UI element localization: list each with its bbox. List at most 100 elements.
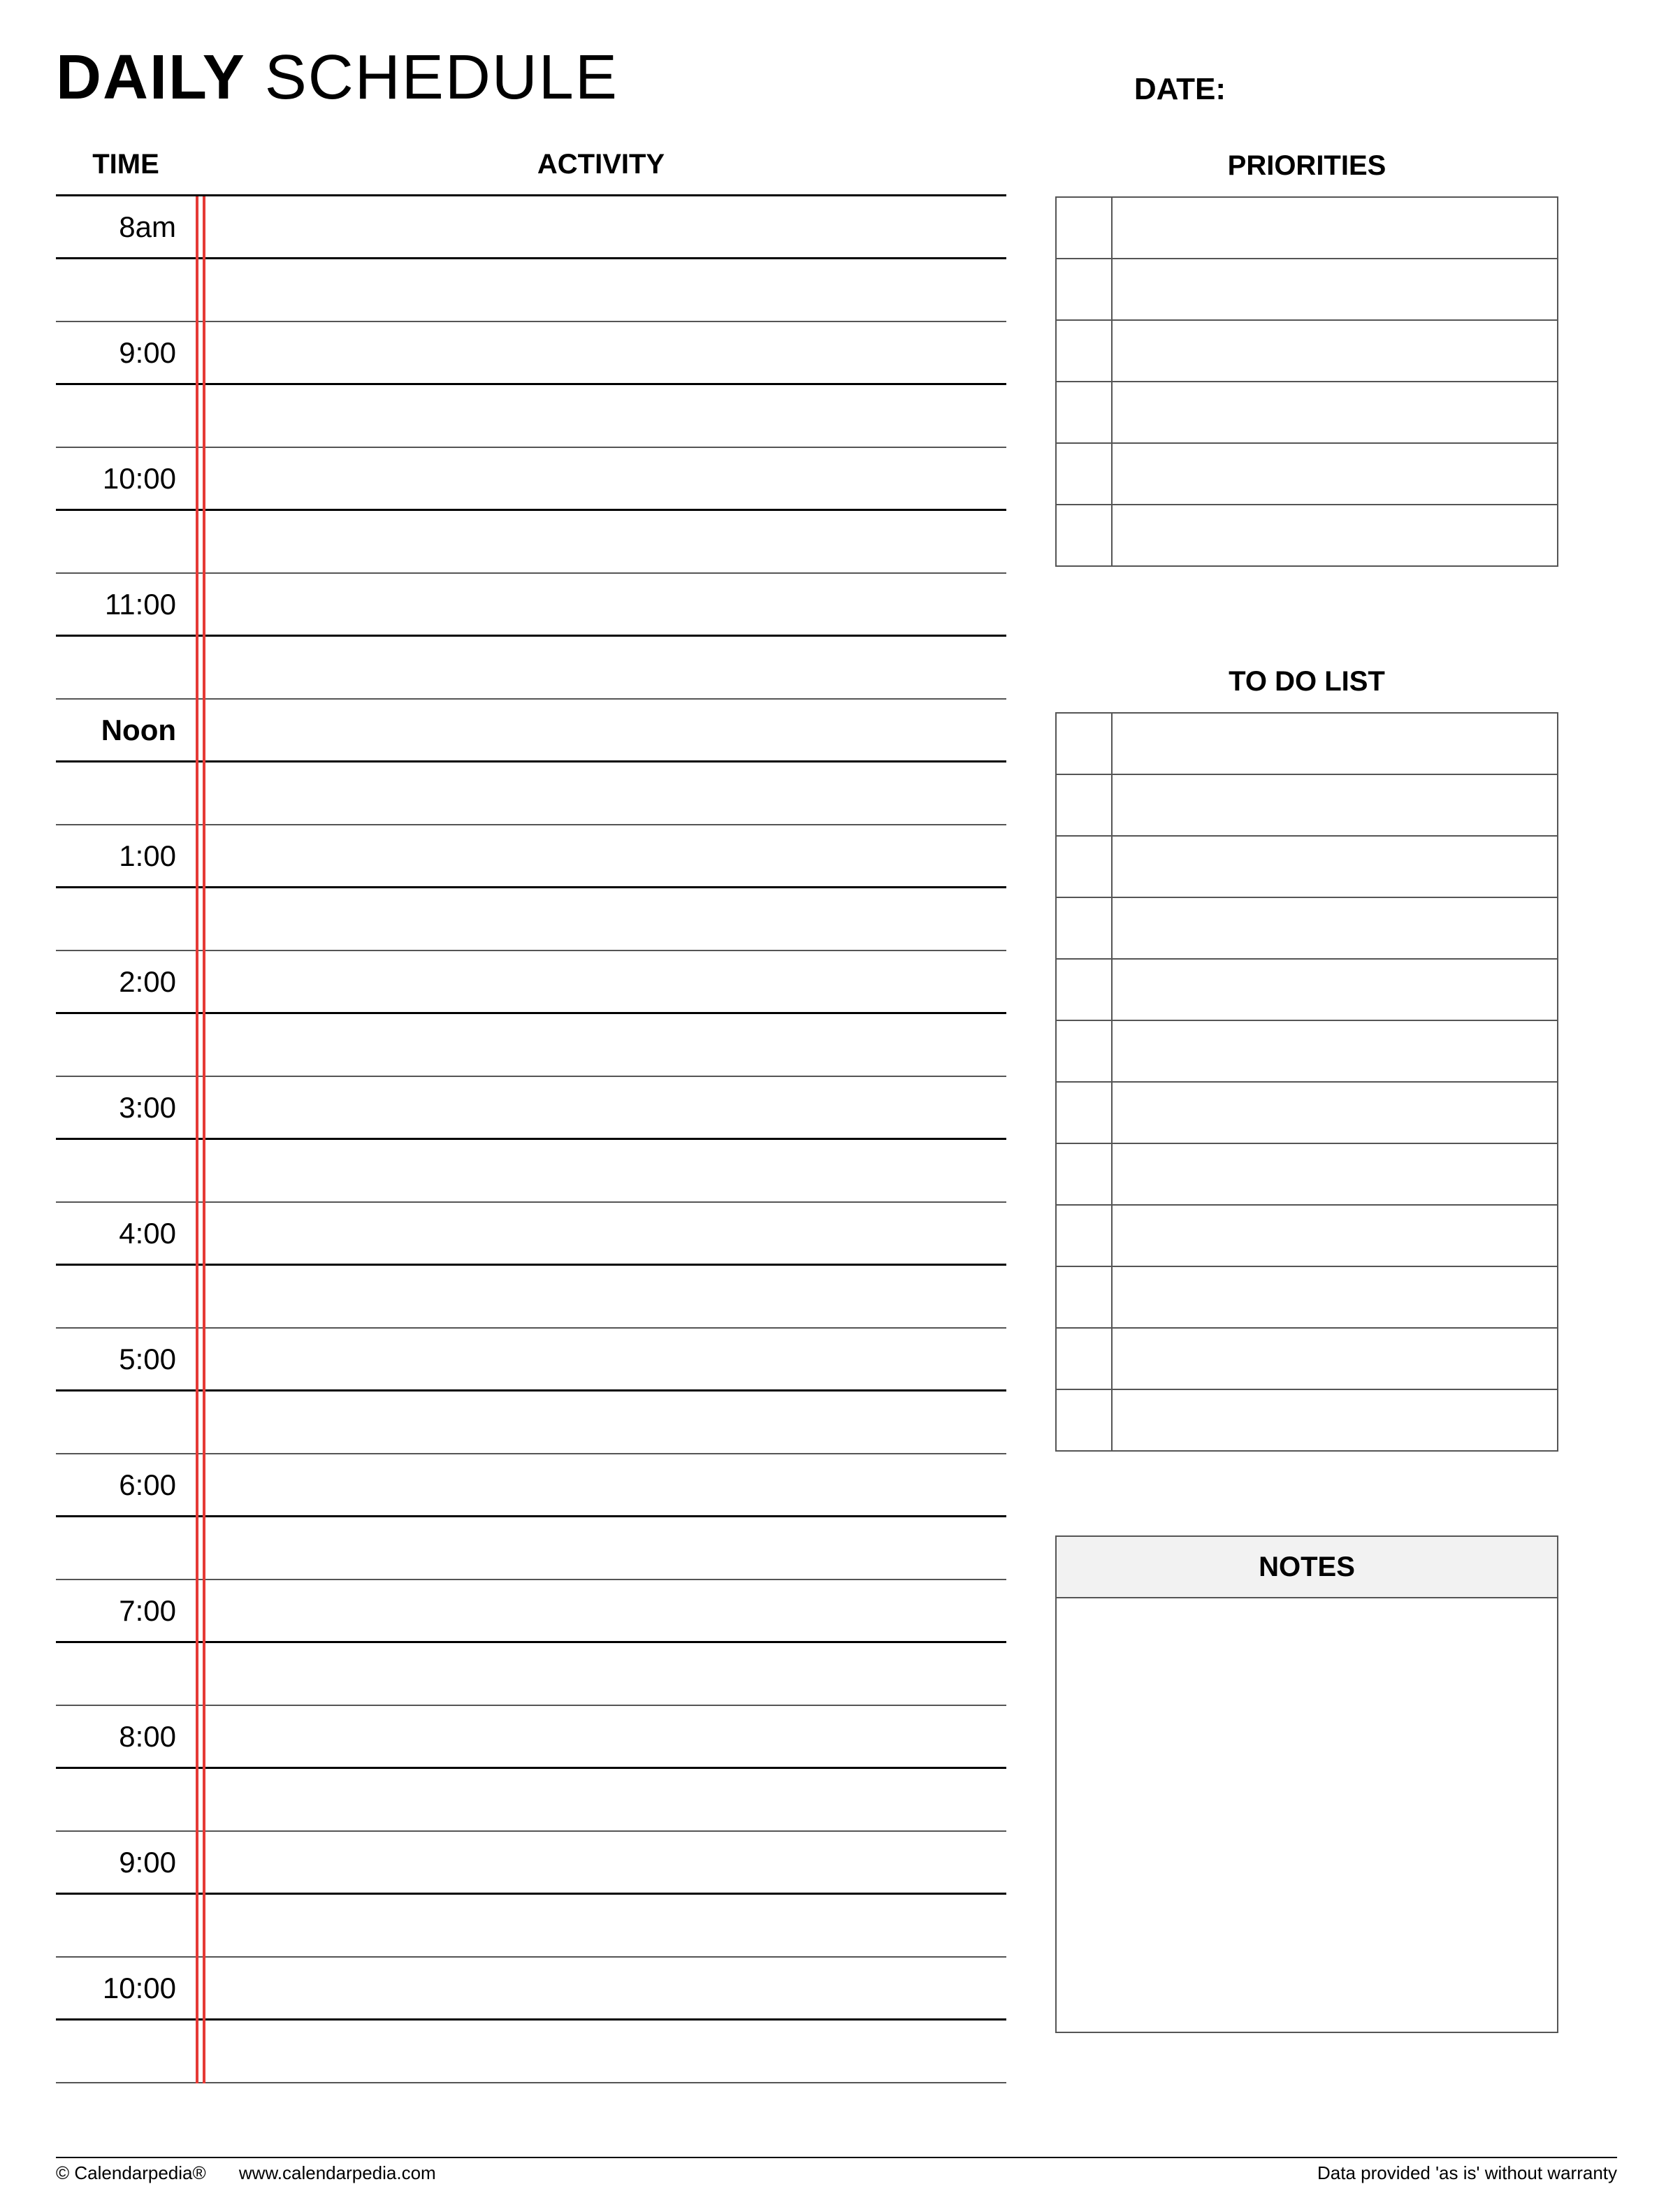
todo-item[interactable] bbox=[1113, 1390, 1557, 1450]
activity-cell[interactable] bbox=[196, 196, 1006, 257]
priorities-checkbox[interactable] bbox=[1057, 321, 1113, 381]
todo-row bbox=[1057, 837, 1557, 898]
schedule-row bbox=[56, 2021, 1006, 2083]
todo-item[interactable] bbox=[1113, 960, 1557, 1020]
activity-cell[interactable] bbox=[196, 1454, 1006, 1515]
time-cell: 10:00 bbox=[56, 448, 196, 509]
activity-cell[interactable] bbox=[196, 951, 1006, 1012]
time-cell: 7:00 bbox=[56, 1580, 196, 1641]
schedule-row: 7:00 bbox=[56, 1580, 1006, 1643]
priorities-item[interactable] bbox=[1113, 505, 1557, 565]
todo-row bbox=[1057, 1144, 1557, 1206]
priorities-checkbox[interactable] bbox=[1057, 444, 1113, 504]
activity-cell[interactable] bbox=[196, 1014, 1006, 1076]
todo-item[interactable] bbox=[1113, 1021, 1557, 1081]
activity-cell[interactable] bbox=[196, 448, 1006, 509]
spacer bbox=[1055, 1452, 1558, 1535]
todo-item[interactable] bbox=[1113, 714, 1557, 774]
priorities-checkbox[interactable] bbox=[1057, 382, 1113, 442]
priorities-checkbox[interactable] bbox=[1057, 259, 1113, 319]
activity-cell[interactable] bbox=[196, 1706, 1006, 1767]
todo-checkbox[interactable] bbox=[1057, 1390, 1113, 1450]
todo-item[interactable] bbox=[1113, 1144, 1557, 1204]
priorities-row bbox=[1057, 444, 1557, 505]
todo-checkbox[interactable] bbox=[1057, 960, 1113, 1020]
todo-checkbox[interactable] bbox=[1057, 1329, 1113, 1389]
priorities-checkbox[interactable] bbox=[1057, 505, 1113, 565]
activity-cell[interactable] bbox=[196, 1769, 1006, 1830]
priorities-item[interactable] bbox=[1113, 382, 1557, 442]
activity-cell[interactable] bbox=[196, 1391, 1006, 1453]
todo-item[interactable] bbox=[1113, 898, 1557, 958]
todo-row bbox=[1057, 775, 1557, 837]
todo-item[interactable] bbox=[1113, 1206, 1557, 1266]
activity-cell[interactable] bbox=[196, 1832, 1006, 1893]
footer-url: www.calendarpedia.com bbox=[239, 2162, 436, 2183]
todo-checkbox[interactable] bbox=[1057, 1267, 1113, 1327]
activity-cell[interactable] bbox=[196, 700, 1006, 760]
activity-cell[interactable] bbox=[196, 385, 1006, 447]
schedule-row: 8am bbox=[56, 196, 1006, 259]
notes-body[interactable] bbox=[1057, 1598, 1557, 2032]
activity-cell[interactable] bbox=[196, 1140, 1006, 1201]
todo-row bbox=[1057, 1021, 1557, 1083]
time-cell bbox=[56, 762, 196, 824]
activity-cell[interactable] bbox=[196, 1077, 1006, 1138]
todo-checkbox[interactable] bbox=[1057, 1021, 1113, 1081]
time-cell bbox=[56, 1643, 196, 1705]
time-cell bbox=[56, 1517, 196, 1579]
time-cell bbox=[56, 1391, 196, 1453]
activity-cell[interactable] bbox=[196, 1329, 1006, 1389]
activity-cell[interactable] bbox=[196, 1958, 1006, 2018]
todo-checkbox[interactable] bbox=[1057, 898, 1113, 958]
time-cell: 11:00 bbox=[56, 574, 196, 635]
schedule-body: 8am9:0010:0011:00Noon1:002:003:004:005:0… bbox=[56, 196, 1006, 2083]
activity-cell[interactable] bbox=[196, 762, 1006, 824]
todo-item[interactable] bbox=[1113, 1267, 1557, 1327]
todo-row bbox=[1057, 1083, 1557, 1144]
priorities-table bbox=[1055, 196, 1558, 567]
activity-cell[interactable] bbox=[196, 637, 1006, 698]
activity-cell[interactable] bbox=[196, 1266, 1006, 1327]
time-cell bbox=[56, 1140, 196, 1201]
activity-cell[interactable] bbox=[196, 1643, 1006, 1705]
todo-item[interactable] bbox=[1113, 775, 1557, 835]
todo-checkbox[interactable] bbox=[1057, 837, 1113, 897]
todo-checkbox[interactable] bbox=[1057, 775, 1113, 835]
activity-cell[interactable] bbox=[196, 574, 1006, 635]
todo-checkbox[interactable] bbox=[1057, 714, 1113, 774]
activity-cell[interactable] bbox=[196, 2021, 1006, 2082]
todo-checkbox[interactable] bbox=[1057, 1144, 1113, 1204]
activity-cell[interactable] bbox=[196, 322, 1006, 383]
activity-cell[interactable] bbox=[196, 1895, 1006, 1956]
priorities-item[interactable] bbox=[1113, 198, 1557, 258]
todo-row bbox=[1057, 1329, 1557, 1390]
time-cell bbox=[56, 1769, 196, 1830]
activity-cell[interactable] bbox=[196, 825, 1006, 886]
priorities-item[interactable] bbox=[1113, 259, 1557, 319]
time-cell bbox=[56, 1266, 196, 1327]
activity-cell[interactable] bbox=[196, 511, 1006, 572]
schedule-row: 3:00 bbox=[56, 1077, 1006, 1140]
time-cell bbox=[56, 1895, 196, 1956]
todo-item[interactable] bbox=[1113, 1329, 1557, 1389]
activity-cell[interactable] bbox=[196, 1517, 1006, 1579]
priorities-checkbox[interactable] bbox=[1057, 198, 1113, 258]
priorities-item[interactable] bbox=[1113, 321, 1557, 381]
time-cell: 3:00 bbox=[56, 1077, 196, 1138]
activity-cell[interactable] bbox=[196, 1580, 1006, 1641]
time-cell: Noon bbox=[56, 700, 196, 760]
todo-item[interactable] bbox=[1113, 1083, 1557, 1143]
todo-checkbox[interactable] bbox=[1057, 1206, 1113, 1266]
schedule-row: 6:00 bbox=[56, 1454, 1006, 1517]
activity-cell[interactable] bbox=[196, 259, 1006, 321]
sidebar-column: PRIORITIES TO DO LIST NOTES bbox=[1055, 135, 1558, 2083]
todo-checkbox[interactable] bbox=[1057, 1083, 1113, 1143]
schedule-row bbox=[56, 1643, 1006, 1706]
notes-box: NOTES bbox=[1055, 1535, 1558, 2033]
activity-cell[interactable] bbox=[196, 1203, 1006, 1264]
priorities-item[interactable] bbox=[1113, 444, 1557, 504]
activity-cell[interactable] bbox=[196, 888, 1006, 950]
schedule-row: 11:00 bbox=[56, 574, 1006, 637]
todo-item[interactable] bbox=[1113, 837, 1557, 897]
